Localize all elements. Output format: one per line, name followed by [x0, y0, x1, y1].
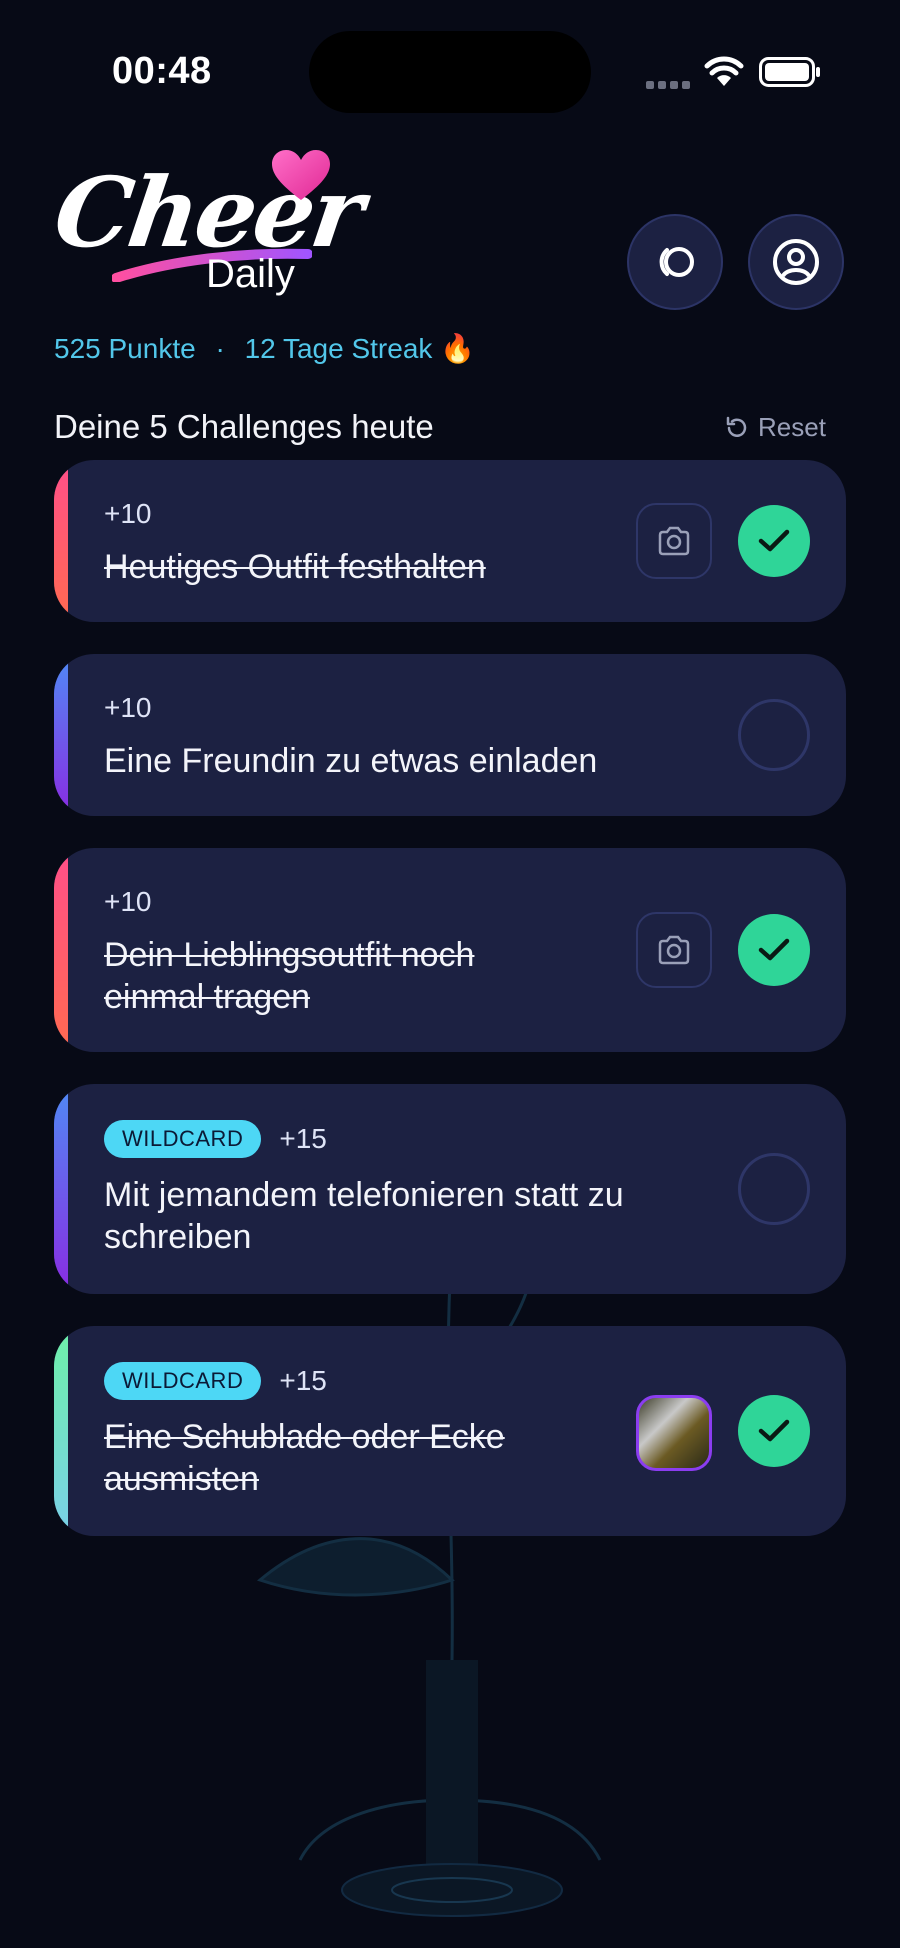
cellular-signal-icon — [646, 81, 690, 89]
challenge-card[interactable]: +10 Dein Lieblingsoutfit noch einmal tra… — [54, 848, 846, 1052]
challenge-points: +15 — [279, 1365, 327, 1396]
streak-count: 12 Tage Streak — [244, 333, 433, 364]
challenge-title: Mit jemandem telefonieren statt zu schre… — [104, 1176, 624, 1256]
challenge-card[interactable]: WILDCARD +15 Eine Schublade oder Ecke au… — [54, 1326, 846, 1536]
profile-icon — [773, 239, 819, 285]
challenge-title: Heutiges Outfit festhalten — [104, 548, 486, 586]
camera-icon — [658, 526, 690, 556]
challenge-meta: +10 — [104, 692, 152, 724]
stats-line: 525 Punkte · 12 Tage Streak 🔥 — [54, 332, 475, 365]
card-accent-stripe — [54, 1084, 68, 1294]
app-logo: Cheer Daily — [48, 150, 368, 300]
incomplete-checkbox-button[interactable] — [738, 699, 810, 771]
card-accent-stripe — [54, 1326, 68, 1536]
checkmark-icon — [758, 938, 790, 961]
challenge-card[interactable]: WILDCARD +15 Mit jemandem telefonieren s… — [54, 1084, 846, 1294]
sync-button[interactable] — [627, 214, 723, 310]
points-total: 525 Punkte — [54, 333, 196, 364]
add-photo-button[interactable] — [636, 503, 712, 579]
completed-checkmark-button[interactable] — [738, 1395, 810, 1467]
card-accent-stripe — [54, 460, 68, 622]
camera-icon — [658, 935, 690, 965]
challenge-title: Eine Freundin zu etwas einladen — [104, 742, 598, 780]
challenge-card[interactable]: +10 Eine Freundin zu etwas einladen — [54, 654, 846, 816]
challenge-card[interactable]: +10 Heutiges Outfit festhalten — [54, 460, 846, 622]
sync-icon — [659, 247, 694, 277]
heart-icon — [272, 150, 330, 200]
completed-checkmark-button[interactable] — [738, 505, 810, 577]
status-time: 00:48 — [112, 50, 212, 92]
challenge-points: +10 — [104, 886, 152, 917]
challenge-meta: +10 — [104, 886, 152, 918]
challenge-title: Eine Schublade oder Ecke ausmisten — [104, 1418, 505, 1498]
section-title: Deine 5 Challenges heute — [54, 408, 434, 445]
challenge-points: +10 — [104, 692, 152, 723]
reset-icon — [726, 416, 747, 437]
checkmark-icon — [758, 1419, 790, 1442]
profile-button[interactable] — [748, 214, 844, 310]
completed-checkmark-button[interactable] — [738, 914, 810, 986]
checkmark-icon — [758, 529, 790, 552]
card-accent-stripe — [54, 848, 68, 1052]
fire-icon: 🔥 — [440, 333, 476, 364]
challenge-points: +15 — [279, 1123, 327, 1154]
wildcard-badge: WILDCARD — [104, 1120, 262, 1158]
battery-icon — [759, 57, 820, 87]
challenge-meta: +10 — [104, 498, 152, 530]
stats-separator: · — [215, 333, 225, 364]
wifi-icon — [704, 56, 744, 86]
dynamic-island — [309, 31, 591, 113]
reset-label: Reset — [758, 412, 826, 442]
logo-word-daily: Daily — [206, 252, 295, 296]
card-accent-stripe — [54, 654, 68, 816]
add-photo-button[interactable] — [636, 912, 712, 988]
challenge-title: Dein Lieblingsoutfit noch einmal tragen — [104, 936, 475, 1016]
reset-button[interactable]: Reset — [724, 412, 826, 443]
challenge-meta: WILDCARD +15 — [104, 1120, 327, 1158]
challenge-meta: WILDCARD +15 — [104, 1362, 327, 1400]
photo-thumbnail[interactable] — [636, 1395, 712, 1471]
wildcard-badge: WILDCARD — [104, 1362, 262, 1400]
status-bar: 00:48 — [0, 0, 900, 140]
challenge-points: +10 — [104, 498, 152, 529]
incomplete-checkbox-button[interactable] — [738, 1153, 810, 1225]
